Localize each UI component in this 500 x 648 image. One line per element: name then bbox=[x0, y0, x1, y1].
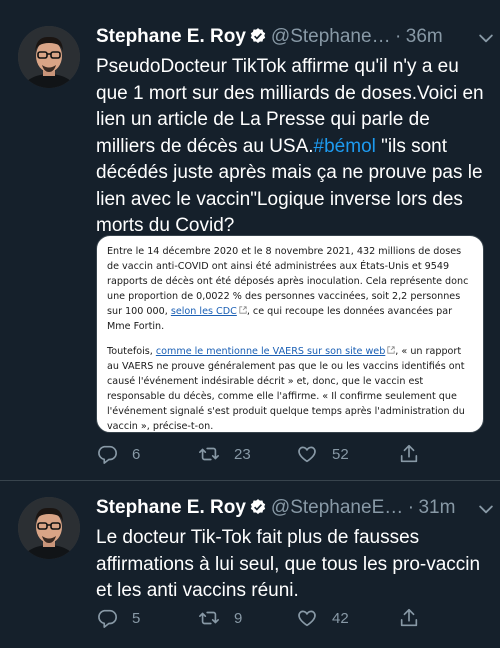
reply-count: 5 bbox=[132, 609, 141, 627]
reply-button[interactable]: 6 bbox=[96, 442, 140, 466]
avatar[interactable] bbox=[18, 26, 80, 88]
tweet-2[interactable]: Stephane E. Roy @StephaneE… · 31m Le doct… bbox=[0, 495, 500, 648]
reply-button[interactable]: 5 bbox=[96, 606, 140, 630]
external-link-icon bbox=[239, 306, 247, 314]
verified-badge-icon bbox=[250, 28, 266, 43]
share-button[interactable] bbox=[398, 606, 434, 630]
timestamp[interactable]: 31m bbox=[418, 497, 455, 518]
reply-icon bbox=[98, 445, 117, 464]
like-button[interactable]: 42 bbox=[296, 606, 349, 630]
author-handle[interactable]: @StephaneE… bbox=[271, 497, 403, 518]
hashtag-link[interactable]: #bémol bbox=[314, 136, 376, 157]
more-chevron-icon[interactable] bbox=[476, 499, 496, 519]
vaers-link[interactable]: comme le mentionne le VAERS sur son site… bbox=[156, 346, 385, 357]
author-handle[interactable]: @Stephane… bbox=[271, 26, 391, 47]
like-button[interactable]: 52 bbox=[296, 442, 349, 466]
tweet-header: Stephane E. Roy @StephaneE… · 31m bbox=[96, 497, 490, 521]
card-text: , « un rapport au VAERS ne prouve généra… bbox=[107, 346, 465, 432]
tweet-actions: 5 9 42 bbox=[96, 606, 426, 630]
verified-badge-icon bbox=[250, 499, 266, 514]
retweet-count: 9 bbox=[234, 609, 243, 627]
tweet-text: Le docteur Tik-Tok fait plus de fausses … bbox=[96, 527, 481, 601]
tweet-1[interactable]: Stephane E. Roy @Stephane… · 36m PseudoDo… bbox=[0, 24, 500, 480]
timestamp[interactable]: 36m bbox=[406, 26, 443, 47]
avatar[interactable] bbox=[18, 497, 80, 559]
reply-count: 6 bbox=[132, 445, 141, 463]
retweet-icon bbox=[199, 611, 219, 625]
share-icon bbox=[400, 444, 418, 463]
card-paragraph-1: Entre le 14 décembre 2020 et le 8 novemb… bbox=[107, 244, 473, 334]
card-paragraph-2: Toutefois, comme le mentionne le VAERS s… bbox=[107, 344, 473, 434]
more-chevron-icon[interactable] bbox=[476, 28, 496, 48]
like-count: 42 bbox=[332, 609, 349, 627]
separator-dot: · bbox=[407, 497, 415, 518]
share-button[interactable] bbox=[398, 442, 434, 466]
reply-icon bbox=[98, 609, 117, 628]
retweet-button[interactable]: 23 bbox=[198, 442, 251, 466]
like-icon bbox=[298, 610, 316, 627]
article-screenshot-card[interactable]: Entre le 14 décembre 2020 et le 8 novemb… bbox=[96, 235, 484, 433]
author-name[interactable]: Stephane E. Roy bbox=[96, 26, 246, 47]
retweet-button[interactable]: 9 bbox=[198, 606, 242, 630]
tweet-text: PseudoDocteur TikTok affirme qu'il n'y a… bbox=[96, 54, 491, 240]
tweet-header: Stephane E. Roy @Stephane… · 36m bbox=[96, 26, 490, 50]
card-text: Toutefois, bbox=[107, 346, 156, 357]
retweet-count: 23 bbox=[234, 445, 251, 463]
author-name[interactable]: Stephane E. Roy bbox=[96, 497, 246, 518]
share-icon bbox=[400, 608, 418, 627]
tweet-actions: 6 23 52 bbox=[96, 442, 426, 466]
like-icon bbox=[298, 446, 316, 463]
tweet-divider bbox=[0, 480, 500, 481]
cdc-link[interactable]: selon les CDC bbox=[171, 306, 237, 317]
retweet-icon bbox=[199, 447, 219, 461]
separator-dot: · bbox=[395, 26, 402, 47]
like-count: 52 bbox=[332, 445, 349, 463]
